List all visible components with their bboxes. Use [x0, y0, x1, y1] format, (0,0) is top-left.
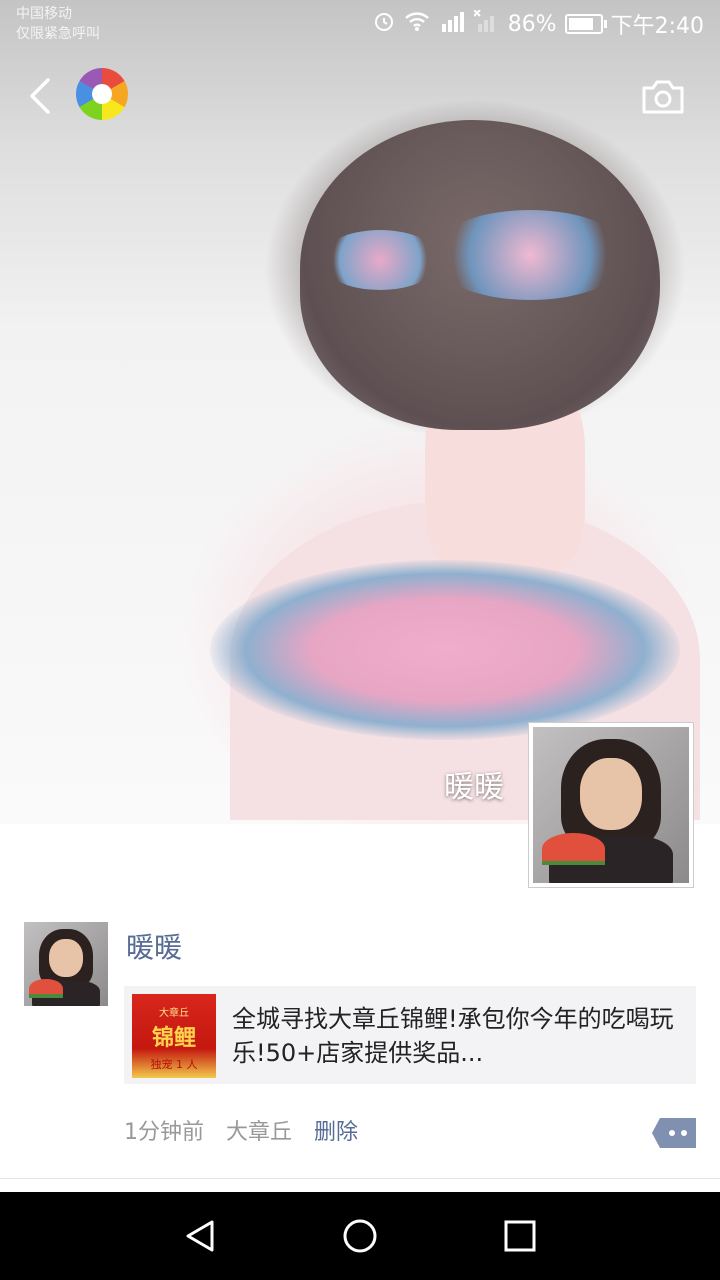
back-triangle-icon: [180, 1220, 220, 1260]
battery-percent: 86%: [507, 11, 557, 37]
post-user-name[interactable]: 暖暖: [126, 926, 182, 966]
battery-icon: [564, 14, 607, 34]
delete-button[interactable]: 删除: [314, 1114, 358, 1146]
flower-decoration: [210, 560, 680, 740]
post-avatar[interactable]: [24, 922, 108, 1006]
avatar-photo: [533, 727, 689, 883]
post-location[interactable]: 大章丘: [226, 1114, 292, 1146]
home-circle-icon: [340, 1219, 380, 1260]
alarm-icon: [372, 9, 396, 39]
thumb-text-2: 锦鲤: [151, 1026, 196, 1051]
chevron-left-icon: [24, 78, 58, 120]
avatar-photo: [24, 922, 108, 1006]
clock: 下午2:40: [610, 14, 704, 39]
back-button[interactable]: [24, 76, 58, 116]
flower-decoration: [430, 210, 630, 300]
carrier-note: 仅限紧急呼叫: [16, 26, 100, 42]
nav-home-button[interactable]: [340, 1216, 380, 1256]
carrier-info: 中国移动 仅限紧急呼叫: [16, 4, 100, 44]
camera-button[interactable]: [640, 78, 686, 116]
cover-image[interactable]: [0, 0, 720, 824]
no-sim-signal-icon: [472, 9, 500, 38]
wifi-icon: [404, 10, 430, 38]
post-time: 1分钟前: [124, 1120, 204, 1145]
comment-more-icon: [652, 1118, 696, 1152]
cover-user-name: 暖暖: [444, 770, 504, 805]
carrier-name: 中国移动: [16, 6, 72, 22]
post-meta: 1分钟前 大章丘 删除: [124, 1114, 358, 1146]
nav-back-button[interactable]: [180, 1216, 220, 1256]
recents-square-icon: [500, 1220, 540, 1260]
thumb-text-3: 独宠 1 人: [150, 1058, 198, 1071]
comment-more-button[interactable]: [652, 1118, 696, 1148]
status-bar: 中国移动 仅限紧急呼叫 86% 下午2:40: [0, 0, 720, 50]
thumb-text-1: 大章丘: [159, 1008, 189, 1019]
link-title: 全城寻找大章丘锦鲤!承包你今年的吃喝玩乐!50+店家提供奖品...: [232, 1005, 674, 1067]
camera-icon: [640, 80, 686, 120]
profile-avatar[interactable]: [528, 722, 694, 888]
system-nav-bar: [0, 1192, 720, 1280]
shared-link-card[interactable]: 大章丘 锦鲤 独宠 1 人 全城寻找大章丘锦鲤!承包你今年的吃喝玩乐!50+店家…: [124, 986, 696, 1084]
link-thumbnail: 大章丘 锦鲤 独宠 1 人: [132, 994, 216, 1078]
status-right: 86% 下午2:40: [372, 8, 704, 40]
4g-signal-icon: [438, 10, 466, 38]
nav-recents-button[interactable]: [500, 1216, 540, 1256]
wechat-moments-logo-icon[interactable]: [76, 68, 128, 120]
flower-decoration: [320, 230, 440, 290]
divider: [0, 1178, 720, 1179]
